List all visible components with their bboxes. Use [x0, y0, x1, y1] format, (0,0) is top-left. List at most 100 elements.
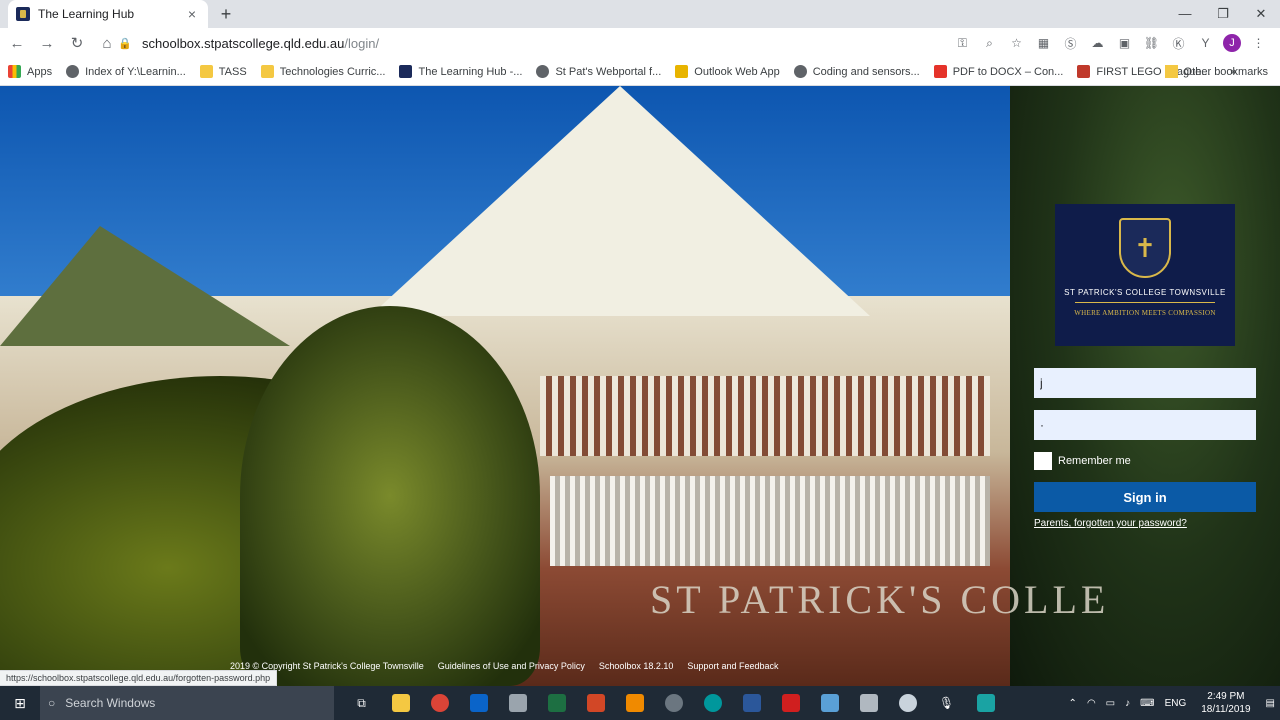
password-field[interactable]: [1034, 410, 1256, 440]
menu-kebab-icon[interactable]: ⋮: [1245, 36, 1272, 50]
college-crest-logo: ✝ ST PATRICK'S COLLEGE TOWNSVILLE WHERE …: [1055, 204, 1235, 346]
k-extension-icon[interactable]: Ⓚ: [1165, 35, 1192, 52]
url-path: /login/: [344, 35, 380, 51]
remember-me-label: Remember me: [1058, 455, 1131, 467]
background-palm-middle: [240, 306, 540, 686]
sign-in-button[interactable]: Sign in: [1034, 482, 1256, 512]
owa-icon: [675, 65, 689, 78]
powerpoint-icon[interactable]: [576, 686, 615, 720]
flag-icon: [1077, 65, 1091, 78]
username-field[interactable]: [1034, 368, 1256, 398]
extension-icon[interactable]: ▦: [1030, 36, 1057, 50]
excel-icon[interactable]: [537, 686, 576, 720]
remember-me-row[interactable]: Remember me: [1034, 452, 1256, 470]
bookmark-index[interactable]: Index of Y:\Learnin...: [66, 65, 186, 78]
search-icon: ○: [48, 696, 56, 710]
bookmark-outlook[interactable]: Outlook Web App: [675, 65, 780, 78]
word-icon[interactable]: [732, 686, 771, 720]
arduino-icon[interactable]: [693, 686, 732, 720]
battery-icon[interactable]: ▭: [1106, 698, 1115, 709]
college-sign-text: ST PATRICK'S COLLE: [650, 577, 1110, 622]
remote-desktop-icon[interactable]: [810, 686, 849, 720]
taskbar-apps: ⧉ 🎙: [342, 686, 1005, 720]
footer-version: Schoolbox 18.2.10: [598, 661, 674, 671]
bookmark-tass[interactable]: TASS: [199, 65, 247, 78]
y-extension-icon[interactable]: Y: [1192, 36, 1219, 50]
lock-icon[interactable]: 🔒: [118, 37, 134, 50]
taskbar-search-box[interactable]: ○ Search Windows: [40, 686, 334, 720]
tab-title: The Learning Hub: [38, 7, 135, 21]
acrobat-icon[interactable]: [771, 686, 810, 720]
chrome-icon[interactable]: [420, 686, 459, 720]
taskbar-clock[interactable]: 2:49 PM 18/11/2019: [1201, 690, 1250, 716]
browser-tab-learning-hub[interactable]: The Learning Hub ×: [8, 0, 208, 28]
reload-icon[interactable]: ↻: [64, 34, 90, 52]
balloon-app-icon[interactable]: [888, 686, 927, 720]
skype-extension-icon[interactable]: Ⓢ: [1057, 35, 1084, 52]
tray-overflow-icon[interactable]: ⌃: [1069, 698, 1077, 709]
new-tab-button[interactable]: +: [216, 4, 236, 24]
maximize-button[interactable]: ❐: [1204, 0, 1242, 28]
page-footer: 2019 © Copyright St Patrick's College To…: [230, 661, 793, 671]
notifications-icon[interactable]: ▤: [1266, 698, 1275, 709]
office-extension-icon[interactable]: ▣: [1111, 36, 1138, 50]
folder-icon: [1164, 65, 1178, 78]
snipping-tool-icon[interactable]: [498, 686, 537, 720]
minimize-button[interactable]: —: [1166, 0, 1204, 28]
profile-avatar[interactable]: J: [1223, 34, 1241, 52]
crest-divider: [1075, 302, 1215, 303]
learning-hub-favicon-icon: [16, 7, 30, 21]
task-view-icon[interactable]: ⧉: [342, 686, 381, 720]
zoom-icon[interactable]: ⌕: [976, 36, 1003, 51]
globe-icon: [793, 65, 807, 78]
pdf-icon: [933, 65, 947, 78]
language-indicator[interactable]: ENG: [1165, 698, 1187, 709]
microphone-icon[interactable]: 🎙: [927, 686, 966, 720]
bookmark-apps[interactable]: Apps: [8, 65, 52, 78]
close-window-button[interactable]: ✕: [1242, 0, 1280, 28]
bookmark-coding[interactable]: Coding and sensors...: [793, 65, 920, 78]
folder-icon: [260, 65, 274, 78]
link-extension-icon[interactable]: ⛓: [1138, 36, 1165, 50]
forgot-password-link[interactable]: Parents, forgotten your password?: [1034, 518, 1256, 529]
globe-icon: [66, 65, 80, 78]
url-host: schoolbox.stpatscollege.qld.edu.au: [142, 35, 345, 51]
crest-college-name: ST PATRICK'S COLLEGE TOWNSVILLE: [1064, 288, 1226, 297]
login-form: Remember me Sign in Parents, forgotten y…: [1034, 368, 1256, 529]
outlook-icon[interactable]: [459, 686, 498, 720]
network-tool-icon[interactable]: [849, 686, 888, 720]
bookmarks-bar: Apps Index of Y:\Learnin... TASS Technol…: [0, 58, 1280, 86]
bookmark-webportal[interactable]: St Pat's Webportal f...: [536, 65, 661, 78]
globe-icon: [536, 65, 550, 78]
other-bookmarks[interactable]: Other bookmarks: [1164, 65, 1268, 78]
camera-icon[interactable]: [654, 686, 693, 720]
key-icon[interactable]: ⚿: [949, 36, 976, 51]
forward-icon[interactable]: →: [34, 35, 60, 52]
window-controls: — ❐ ✕: [1166, 0, 1280, 28]
bookmark-learning-hub[interactable]: The Learning Hub -...: [399, 65, 522, 78]
cloud-extension-icon[interactable]: ☁: [1084, 36, 1111, 50]
star-icon[interactable]: ☆: [1003, 36, 1030, 50]
browser-toolbar: ← → ↻ ⌂ 🔒 schoolbox.stpatscollege.qld.ed…: [0, 28, 1280, 58]
bookmark-pdf-docx[interactable]: PDF to DOCX – Con...: [933, 65, 1063, 78]
status-bar-url: https://schoolbox.stpatscollege.qld.edu.…: [0, 670, 278, 686]
apps-icon: [8, 65, 21, 78]
taskbar-search-placeholder: Search Windows: [65, 696, 156, 710]
file-explorer-icon[interactable]: [381, 686, 420, 720]
address-bar[interactable]: 🔒 schoolbox.stpatscollege.qld.edu.au /lo…: [118, 31, 1018, 55]
screencast-app-icon[interactable]: [966, 686, 1005, 720]
back-icon[interactable]: ←: [4, 35, 30, 52]
home-icon[interactable]: ⌂: [94, 35, 120, 52]
tab-close-icon[interactable]: ×: [184, 6, 200, 22]
crest-shield-icon: ✝: [1119, 218, 1171, 278]
vlc-icon[interactable]: [615, 686, 654, 720]
bookmark-technologies[interactable]: Technologies Curric...: [260, 65, 385, 78]
background-left-roof: [0, 226, 290, 346]
windows-start-icon[interactable]: ⊞: [0, 695, 40, 712]
wifi-icon[interactable]: ◠: [1087, 698, 1096, 709]
footer-guidelines-link[interactable]: Guidelines of Use and Privacy Policy: [438, 661, 585, 671]
volume-icon[interactable]: ♪: [1125, 698, 1130, 709]
keyboard-icon[interactable]: ⌨: [1140, 698, 1154, 709]
remember-me-checkbox[interactable]: [1034, 452, 1052, 470]
footer-support-link[interactable]: Support and Feedback: [687, 661, 778, 671]
